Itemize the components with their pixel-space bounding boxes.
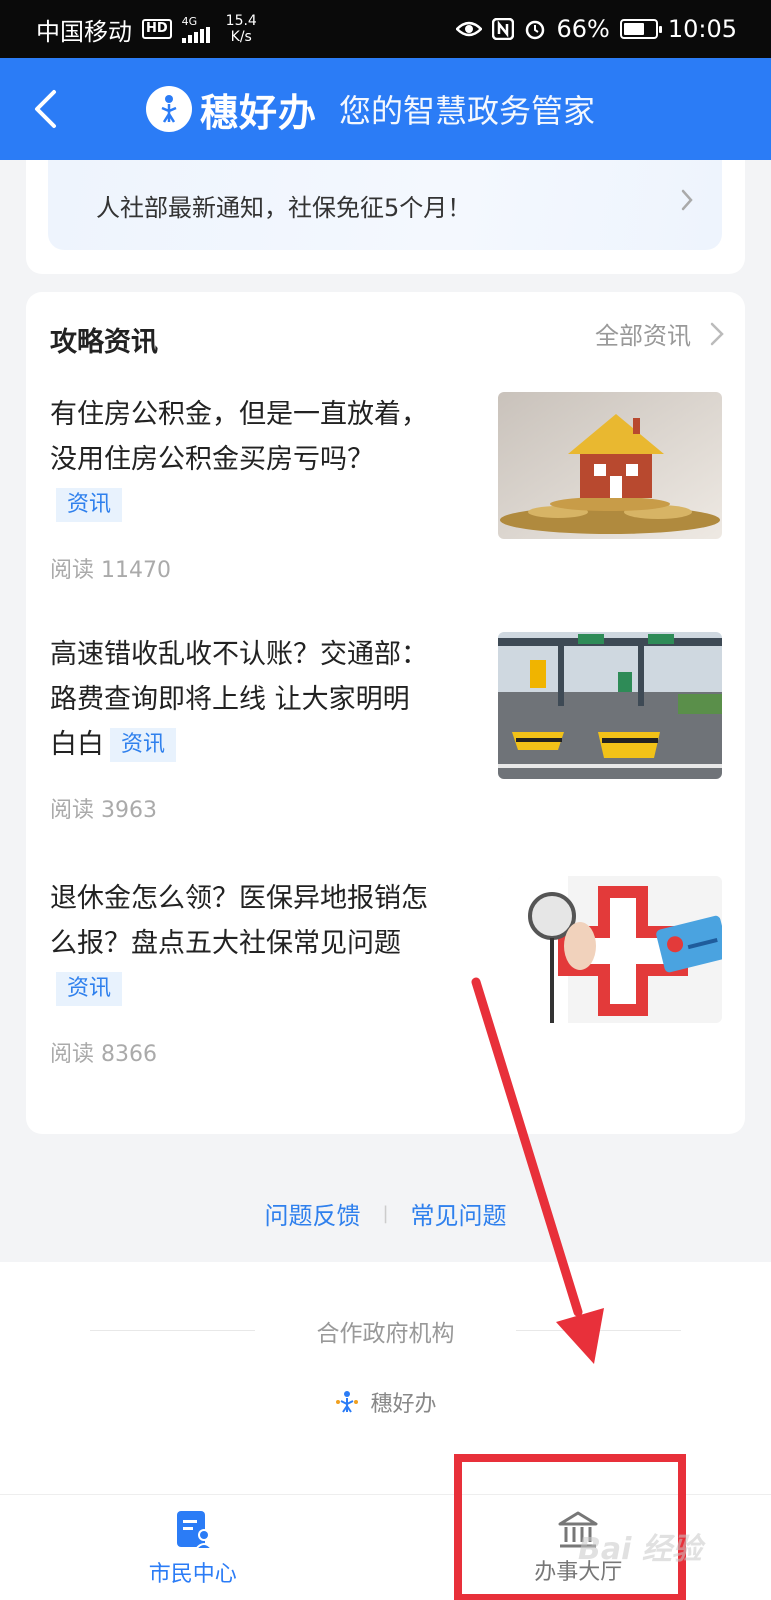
article-thumbnail xyxy=(498,392,722,539)
article-title-text: 高速错收乱收不认账？交通部：路费查询即将上线 让大家明明白白 xyxy=(50,639,428,760)
article-read-count: 阅读 11470 xyxy=(50,558,171,583)
brand-slogan: 您的智慧政务管家 xyxy=(339,92,596,130)
carrier-label: 中国移动 xyxy=(36,17,132,46)
divider xyxy=(516,1330,681,1331)
article-title-text: 退休金怎么领？医保异地报销怎么报？盘点五大社保常见问题 xyxy=(50,883,428,959)
notice-card: 人社部最新通知，社保免征5个月！ xyxy=(26,160,745,274)
news-section-title: 攻略资讯 xyxy=(50,327,158,358)
article-thumbnail xyxy=(498,876,722,1023)
news-article[interactable]: 有住房公积金，但是一直放着，没用住房公积金买房亏吗？ 资讯 阅读 11470 xyxy=(50,392,722,583)
status-bar: 中国移动 HD 4G 15.4 K/s 66% 10:05 xyxy=(0,0,771,58)
brand-logo-icon xyxy=(146,86,192,132)
baidu-watermark: Bai 经验 xyxy=(578,1532,702,1567)
footer-links: 问题反馈 | 常见问题 xyxy=(0,1196,771,1231)
eye-icon xyxy=(456,21,483,37)
chevron-right-icon xyxy=(681,189,693,211)
battery-icon xyxy=(619,19,662,39)
brand-name: 穗好办 xyxy=(200,90,318,135)
article-thumbnail xyxy=(498,632,722,779)
nfc-icon xyxy=(492,18,515,40)
notice-banner[interactable]: 人社部最新通知，社保免征5个月！ xyxy=(48,160,722,250)
notice-text: 人社部最新通知，社保免征5个月！ xyxy=(96,193,472,222)
network-label: 4G xyxy=(181,14,198,28)
partner-org-name: 穗好办 xyxy=(370,1392,437,1417)
all-news-label: 全部资讯 xyxy=(595,322,691,350)
article-tag: 资讯 xyxy=(56,972,123,1006)
faq-link[interactable]: 常见问题 xyxy=(411,1196,507,1231)
app-header: 穗好办 您的智慧政务管家 xyxy=(0,58,771,160)
back-button[interactable] xyxy=(0,58,90,160)
news-article[interactable]: 高速错收乱收不认账？交通部：路费查询即将上线 让大家明明白白 资讯 阅读 3963 xyxy=(50,632,722,823)
battery-percent: 66% xyxy=(556,15,610,43)
article-title-text: 有住房公积金，但是一直放着，没用住房公积金买房亏吗？ xyxy=(50,399,428,475)
chevron-right-icon xyxy=(710,322,724,345)
article-tag: 资讯 xyxy=(56,488,123,522)
article-title: 退休金怎么领？医保异地报销怎么报？盘点五大社保常见问题资讯 xyxy=(50,876,430,1011)
news-card: 攻略资讯 全部资讯 有住房公积金，但是一直放着，没用住房公积金买房亏吗？ 资讯 阅… xyxy=(26,292,745,1134)
partner-title: 合作政府机构 xyxy=(316,1321,455,1347)
article-read-count: 阅读 3963 xyxy=(50,798,157,823)
speed-value: 15.4 xyxy=(225,13,257,29)
alarm-icon xyxy=(526,20,545,40)
chevron-left-icon xyxy=(35,90,56,128)
clock: 10:05 xyxy=(667,15,737,43)
tab-label: 市民中心 xyxy=(148,1561,237,1587)
speed-unit: K/s xyxy=(230,29,252,45)
article-title: 有住房公积金，但是一直放着，没用住房公积金买房亏吗？ 资讯 xyxy=(50,392,430,527)
brand: 穗好办 您的智慧政务管家 xyxy=(146,82,595,137)
article-tag: 资讯 xyxy=(110,728,177,762)
network-speed: 15.4 K/s xyxy=(226,13,257,45)
feedback-link[interactable]: 问题反馈 xyxy=(264,1196,360,1231)
tab-citizen-center[interactable]: 市民中心 xyxy=(0,1495,386,1600)
suihaoban-logo-icon xyxy=(336,1391,359,1413)
article-title: 高速错收乱收不认账？交通部：路费查询即将上线 让大家明明白白 资讯 xyxy=(50,632,430,767)
signal-icon: 4G xyxy=(181,14,212,43)
article-read-count: 阅读 8366 xyxy=(50,1042,157,1067)
citizen-card-icon xyxy=(176,1510,214,1550)
partner-section: 合作政府机构 穗好办 xyxy=(0,1262,771,1494)
hd-badge: HD xyxy=(142,19,172,39)
news-article[interactable]: 退休金怎么领？医保异地报销怎么报？盘点五大社保常见问题资讯 阅读 8366 xyxy=(50,876,722,1067)
link-divider: | xyxy=(382,1203,389,1224)
all-news-link[interactable]: 全部资讯 xyxy=(595,316,725,351)
partner-org[interactable]: 穗好办 xyxy=(0,1386,771,1418)
